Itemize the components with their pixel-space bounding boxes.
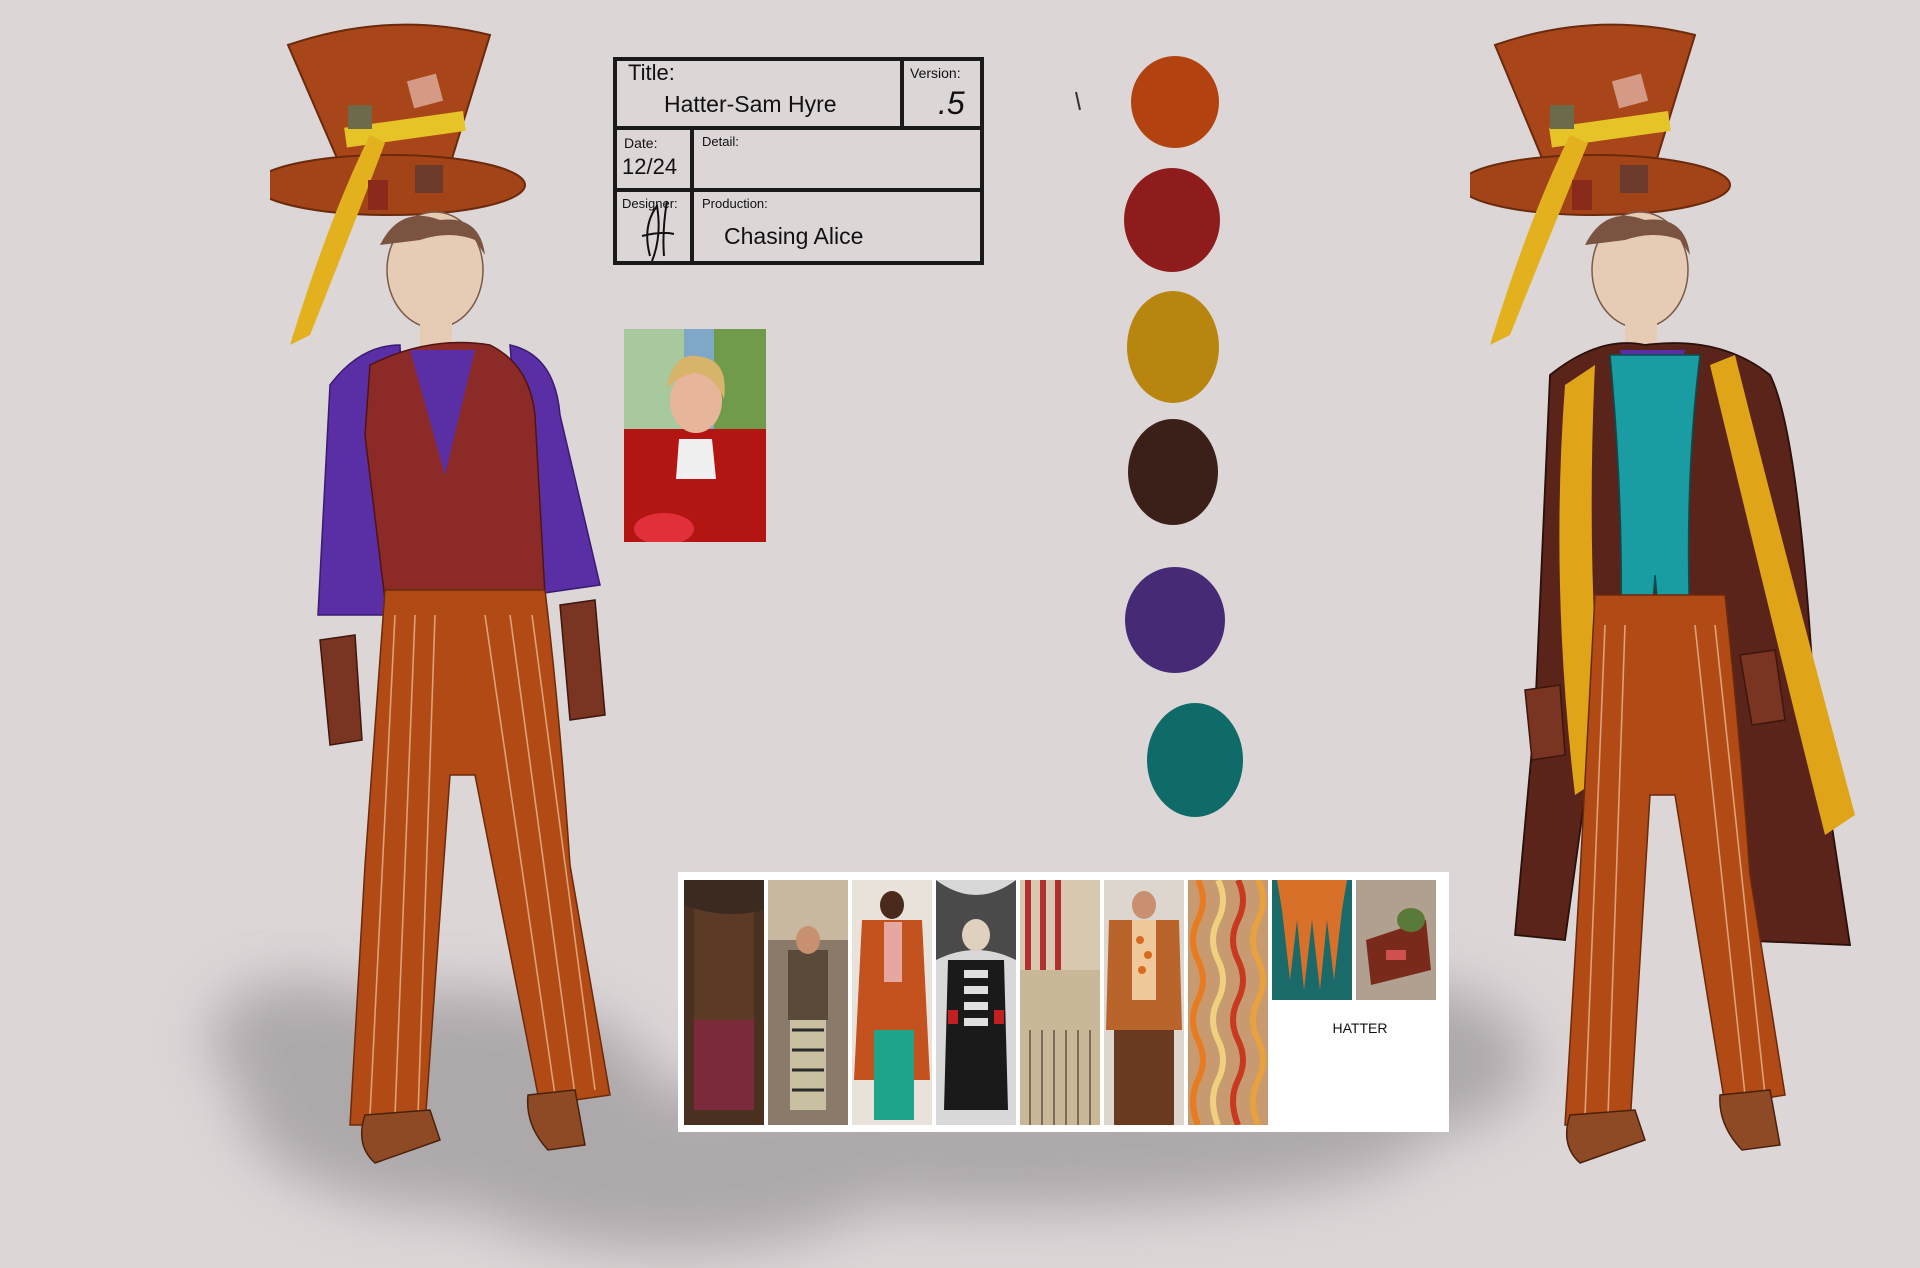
- moodboard-images: HATTER: [684, 880, 1442, 1125]
- moodboard-caption: HATTER: [1332, 1020, 1388, 1036]
- costume-figure-right: [1470, 23, 1855, 1164]
- research-image-5: [1020, 880, 1100, 1125]
- color-swatch: [1147, 703, 1243, 817]
- version-value: .5: [938, 85, 965, 121]
- research-image-4: [936, 880, 1016, 1125]
- production-value: Chasing Alice: [724, 223, 863, 249]
- title-value: Hatter-Sam Hyre: [664, 91, 837, 117]
- color-swatch: [1128, 419, 1218, 525]
- color-swatch: [1124, 168, 1220, 272]
- version-label: Version:: [910, 65, 961, 81]
- actor-headshot-photo: [624, 329, 766, 542]
- research-image-9: [1356, 880, 1436, 1000]
- title-label: Title:: [628, 60, 675, 85]
- research-image-1: [684, 880, 764, 1125]
- date-value: 12/24: [622, 154, 677, 179]
- research-image-8: [1272, 880, 1352, 1000]
- research-image-2: [768, 880, 848, 1125]
- title-block: Title: Hatter-Sam Hyre Version: .5 Date:…: [613, 57, 984, 265]
- designer-label: Designer:: [622, 196, 678, 211]
- research-image-6: [1104, 880, 1184, 1125]
- costume-figure-left: [270, 23, 611, 1164]
- research-image-3: [852, 880, 932, 1125]
- color-swatch: [1125, 567, 1225, 673]
- detail-label: Detail:: [702, 134, 739, 149]
- production-label: Production:: [702, 196, 768, 211]
- color-palette: [1124, 56, 1243, 817]
- color-swatch: [1131, 56, 1219, 148]
- color-swatch: [1127, 291, 1219, 403]
- stray-marks: [1075, 91, 1081, 111]
- research-image-7: [1188, 880, 1268, 1125]
- date-label: Date:: [624, 135, 657, 151]
- research-moodboard: HATTER: [678, 872, 1449, 1132]
